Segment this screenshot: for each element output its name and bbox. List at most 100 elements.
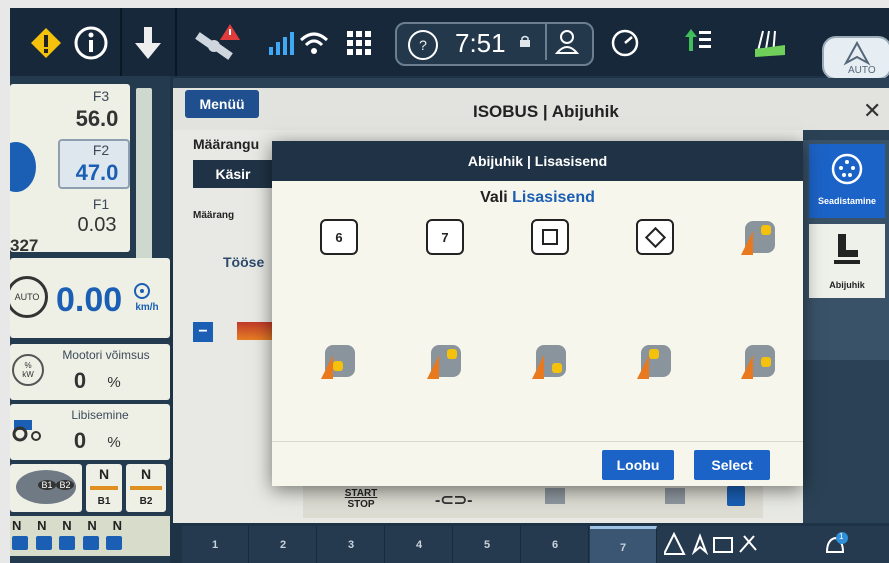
- valve-n: N: [62, 518, 72, 533]
- valve-icon[interactable]: [106, 536, 122, 550]
- select-button[interactable]: Select: [694, 450, 770, 480]
- settings-tab-label: Seadistamine: [817, 196, 877, 206]
- bottom-page-bar: 1 2 3 4 5 6 7 1: [182, 526, 889, 563]
- aux-option-diamond[interactable]: [632, 214, 678, 260]
- f1-value: 0.03: [77, 214, 117, 236]
- warning-icon[interactable]: [28, 26, 64, 60]
- help-icon[interactable]: ?: [408, 30, 438, 60]
- page-tab-5[interactable]: 5: [454, 526, 521, 563]
- status-icon-group[interactable]: [662, 531, 774, 556]
- page-tab-3[interactable]: 3: [318, 526, 385, 563]
- assist-tab[interactable]: Abijuhik: [809, 224, 885, 298]
- terminal-screen: ? 7:51 AUTO F3 56.0 F2 47.0 F1 0.03 327 …: [10, 8, 889, 563]
- work-label: Tööse: [223, 254, 265, 270]
- auto-label: AUTO: [848, 65, 876, 76]
- signal-icon[interactable]: [266, 28, 296, 58]
- info-icon[interactable]: [72, 24, 110, 62]
- aux-option-joystick[interactable]: [422, 338, 468, 384]
- valve-icon[interactable]: [82, 536, 99, 550]
- field-tile-icon: [665, 488, 685, 504]
- aux-option-joystick[interactable]: [736, 338, 782, 384]
- diamond-key-icon: [636, 219, 674, 255]
- auto-steer-icon: [843, 41, 871, 66]
- speedometer-icon[interactable]: [608, 26, 642, 58]
- aux-option-square[interactable]: [527, 214, 573, 260]
- slip-unit: %: [107, 434, 121, 451]
- speed-sensor-icon: [132, 282, 152, 300]
- engine-power-value: 0: [73, 368, 87, 393]
- square-key-icon: [531, 219, 569, 255]
- aux-option-joystick[interactable]: [632, 338, 678, 384]
- minus-button[interactable]: −: [193, 322, 213, 342]
- implement-icon: [237, 322, 277, 340]
- aux-option-joystick[interactable]: [316, 338, 362, 384]
- joystick-icon: [427, 345, 461, 379]
- coupling-icon: -⊂⊃-: [435, 492, 473, 509]
- axle-b1-bar: [90, 486, 118, 490]
- trash-icon[interactable]: [727, 486, 745, 506]
- page-tab-7[interactable]: 7: [590, 526, 657, 563]
- page-tab-1[interactable]: 1: [182, 526, 249, 563]
- start-stop-button[interactable]: START STOP: [341, 488, 381, 510]
- stop-label: STOP: [347, 499, 375, 510]
- slip-label: Libisemine: [71, 408, 129, 422]
- settings-tab[interactable]: Seadistamine: [809, 144, 885, 218]
- page-title: ISOBUS | Abijuhik: [473, 102, 619, 121]
- engine-power-label: Mootori võimsus: [62, 348, 150, 362]
- dialog-title: Abijuhik | Lisasisend: [272, 141, 803, 181]
- slip-value: 0: [73, 428, 87, 453]
- joystick-icon: [532, 345, 566, 379]
- valve-n-row: N N N N N: [12, 518, 122, 533]
- aux-option-6[interactable]: 6: [316, 214, 362, 260]
- page-tab-4[interactable]: 4: [386, 526, 453, 563]
- aux-option-7[interactable]: 7: [422, 214, 468, 260]
- valve-icon[interactable]: [12, 536, 28, 550]
- f2-value: 47.0: [75, 160, 119, 185]
- wifi-icon[interactable]: [298, 28, 330, 58]
- connector-icon: [831, 153, 863, 185]
- close-icon[interactable]: ✕: [863, 98, 881, 124]
- aux-option-joystick[interactable]: [736, 214, 782, 260]
- valve-n: N: [87, 518, 97, 533]
- notification-bell-icon[interactable]: 1: [822, 532, 848, 558]
- aux-input-dialog: Abijuhik | Lisasisend Vali Lisasisend 6 …: [272, 141, 803, 486]
- valve-n: N: [12, 518, 22, 533]
- download-arrow-icon[interactable]: [130, 24, 166, 62]
- warning-status-icons: [662, 531, 757, 556]
- grid-menu-icon[interactable]: [344, 28, 374, 58]
- arrow-list-icon[interactable]: [678, 26, 714, 58]
- joystick-icon: [321, 345, 355, 379]
- left-sidebar: F3 56.0 F2 47.0 F1 0.03 327 AUTO 0.00 km…: [10, 76, 170, 563]
- engine-unit-icon-text: % kW: [22, 361, 34, 379]
- auto-steer-button[interactable]: AUTO: [822, 36, 889, 80]
- f1-label: F1: [92, 196, 110, 212]
- page-tab-2[interactable]: 2: [250, 526, 317, 563]
- user-icon[interactable]: [545, 24, 587, 60]
- joystick-icon: [741, 221, 775, 255]
- engine-power-unit: %: [107, 374, 121, 391]
- mode-button[interactable]: Käsir: [193, 160, 273, 188]
- page-tab-6[interactable]: 6: [522, 526, 589, 563]
- engine-power-icon: % kW: [12, 354, 44, 386]
- speed-value: 0.00: [56, 281, 123, 319]
- menu-button[interactable]: Menüü: [185, 90, 259, 118]
- f2-label: F2: [92, 142, 110, 158]
- dialog-footer: Loobu Select: [272, 441, 803, 487]
- lock-icon: [518, 34, 532, 48]
- aux-option-joystick[interactable]: [527, 338, 573, 384]
- valve-icon[interactable]: [59, 536, 75, 550]
- prompt-prefix: Vali: [480, 189, 513, 206]
- satellite-icon[interactable]: [190, 22, 242, 62]
- lock-label: Määrang: [193, 210, 235, 221]
- cancel-button[interactable]: Loobu: [602, 450, 674, 480]
- key-6-icon: 6: [320, 219, 358, 255]
- valve-icon-row: [12, 536, 122, 550]
- section-label: Määrangu: [193, 136, 260, 152]
- valve-icon[interactable]: [35, 536, 52, 550]
- prompt-accent: Lisasisend: [512, 189, 595, 206]
- field-icon[interactable]: [750, 24, 790, 60]
- gear-b1: B1: [38, 480, 56, 490]
- partial-value: 327: [10, 236, 39, 255]
- f3-label: F3: [92, 88, 110, 104]
- assist-tab-label: Abijuhik: [829, 280, 865, 290]
